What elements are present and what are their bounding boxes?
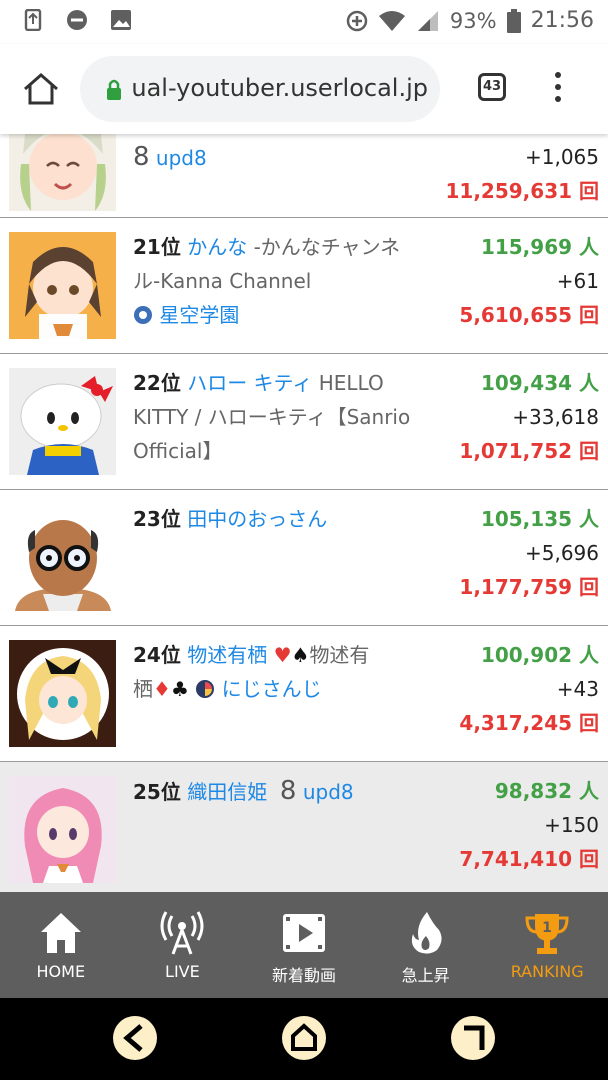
flame-icon bbox=[411, 912, 442, 954]
home-button[interactable] bbox=[282, 1016, 326, 1060]
subscriber-count: 109,434 人 bbox=[480, 371, 599, 395]
heart-suit-icon: ♥ bbox=[273, 643, 292, 667]
data-saver-icon bbox=[346, 10, 368, 31]
film-icon bbox=[282, 914, 325, 952]
url-text: ual-youtuber.userlocal.jp bbox=[131, 74, 428, 102]
back-icon bbox=[123, 1024, 143, 1052]
view-count: 1,177,759 回 bbox=[459, 575, 599, 599]
list-item[interactable]: 8 upd8 +1,065 11,259,631 回 bbox=[0, 134, 608, 218]
ranking-list: 8 upd8 +1,065 11,259,631 回 21位 かんな -かんなチ… bbox=[0, 134, 608, 892]
recents-button[interactable] bbox=[451, 1016, 495, 1060]
channel-name-link[interactable]: 田中のおっさん bbox=[187, 507, 327, 531]
group-link[interactable]: にじさんじ bbox=[222, 677, 322, 701]
subscriber-count: 100,902 人 bbox=[480, 643, 599, 667]
avatar bbox=[9, 232, 116, 339]
subscriber-delta: +43 bbox=[556, 677, 599, 701]
wifi-icon bbox=[378, 10, 405, 31]
status-bar: 93% 21:56 bbox=[0, 0, 608, 44]
club-suit-icon: ♣ bbox=[170, 677, 189, 701]
group-logo-icon: 8 bbox=[133, 142, 150, 172]
rank: 24位 bbox=[133, 643, 181, 667]
broadcast-icon bbox=[160, 911, 204, 955]
recents-icon bbox=[464, 1025, 485, 1050]
subscriber-delta: +33,618 bbox=[512, 405, 599, 429]
avatar bbox=[9, 368, 116, 475]
list-item[interactable]: 23位 田中のおっさん 105,135 人 +5,696 1,177,759 回 bbox=[0, 490, 608, 626]
home-icon bbox=[291, 1023, 317, 1051]
nav-label: HOME bbox=[36, 962, 86, 981]
rank: 23位 bbox=[133, 507, 181, 531]
avatar bbox=[9, 640, 116, 747]
address-field[interactable]: ual-youtuber.userlocal.jp bbox=[80, 56, 440, 122]
spade-suit-icon: ♠ bbox=[291, 643, 310, 667]
tab-switcher-button[interactable]: 43 bbox=[478, 73, 506, 101]
signal-icon bbox=[417, 10, 438, 31]
group-link[interactable]: 星空学園 bbox=[159, 303, 239, 327]
view-count: 7,741,410 回 bbox=[459, 847, 599, 871]
list-item[interactable]: 24位 物述有栖 ♥♠物述有 栖♦♣ にじさんじ 100,902 人 +43 4… bbox=[0, 626, 608, 762]
battery-icon bbox=[506, 8, 521, 33]
image-icon bbox=[111, 10, 131, 30]
view-count: 1,071,752 回 bbox=[459, 439, 599, 463]
trophy-icon: 1 bbox=[525, 914, 569, 954]
browser-home-icon[interactable] bbox=[22, 72, 60, 106]
list-item[interactable]: 22位 ハロー キティ HELLO KITTY / ハローキティ【Sanrio … bbox=[0, 354, 608, 490]
avatar bbox=[9, 776, 116, 883]
nav-home[interactable]: HOME bbox=[0, 892, 122, 998]
browser-toolbar: ual-youtuber.userlocal.jp 43 bbox=[0, 44, 608, 134]
screenshot-icon bbox=[24, 9, 42, 31]
list-item[interactable]: 25位 織田信姫 8 upd8 98,832 人 +150 7,741,410 … bbox=[0, 762, 608, 892]
subscriber-delta: +5,696 bbox=[524, 541, 599, 565]
group-link[interactable]: upd8 bbox=[303, 780, 354, 804]
back-button[interactable] bbox=[113, 1016, 157, 1060]
avatar bbox=[9, 134, 116, 211]
subscriber-count: 115,969 人 bbox=[480, 235, 599, 259]
system-navigation-bar bbox=[0, 998, 608, 1080]
bottom-navigation: HOME LIVE 新着動画 急上昇 1 RANKING bbox=[0, 892, 608, 998]
nav-label: 新着動画 bbox=[271, 966, 336, 985]
group-logo-icon bbox=[134, 306, 152, 324]
channel-subtitle-cont: 栖 bbox=[133, 677, 153, 701]
group-link[interactable]: upd8 bbox=[156, 146, 207, 170]
subscriber-delta: +1,065 bbox=[524, 145, 599, 169]
nav-label: RANKING bbox=[510, 962, 584, 981]
overflow-menu-icon[interactable] bbox=[552, 72, 564, 106]
view-count: 11,259,631 回 bbox=[445, 179, 600, 203]
subscriber-count: 105,135 人 bbox=[480, 507, 599, 531]
nav-label: 急上昇 bbox=[401, 966, 450, 985]
channel-name-link[interactable]: 織田信姫 bbox=[187, 780, 267, 804]
channel-name-link[interactable]: 物述有栖 bbox=[187, 643, 267, 667]
channel-name-link[interactable]: かんな bbox=[187, 235, 247, 259]
subscriber-count: 98,832 人 bbox=[494, 779, 599, 803]
channel-name-link[interactable]: ハロー キティ bbox=[187, 371, 312, 395]
subscriber-delta: +61 bbox=[556, 269, 599, 293]
nav-trending[interactable]: 急上昇 bbox=[365, 892, 487, 998]
group-logo-icon: 8 bbox=[279, 776, 297, 806]
nav-new-videos[interactable]: 新着動画 bbox=[243, 892, 365, 998]
group-logo-icon bbox=[196, 680, 215, 698]
diamond-suit-icon: ♦ bbox=[153, 677, 171, 701]
clock: 21:56 bbox=[530, 8, 594, 33]
view-count: 4,317,245 回 bbox=[459, 711, 599, 735]
rank: 22位 bbox=[133, 371, 181, 395]
channel-subtitle: 物述有 bbox=[309, 643, 370, 667]
battery-percent: 93% bbox=[449, 8, 497, 33]
rank: 21位 bbox=[133, 235, 181, 259]
rank: 25位 bbox=[133, 780, 181, 804]
home-icon bbox=[40, 913, 81, 953]
nav-label: LIVE bbox=[165, 962, 200, 981]
nav-ranking[interactable]: 1 RANKING bbox=[486, 892, 608, 998]
svg-text:1: 1 bbox=[542, 920, 552, 936]
do-not-disturb-icon bbox=[67, 10, 87, 30]
view-count: 5,610,655 回 bbox=[459, 303, 599, 327]
avatar bbox=[9, 504, 116, 611]
list-item[interactable]: 21位 かんな -かんなチャンネル-Kanna Channel 星空学園 115… bbox=[0, 218, 608, 354]
subscriber-delta: +150 bbox=[544, 813, 599, 837]
nav-live[interactable]: LIVE bbox=[122, 892, 244, 998]
